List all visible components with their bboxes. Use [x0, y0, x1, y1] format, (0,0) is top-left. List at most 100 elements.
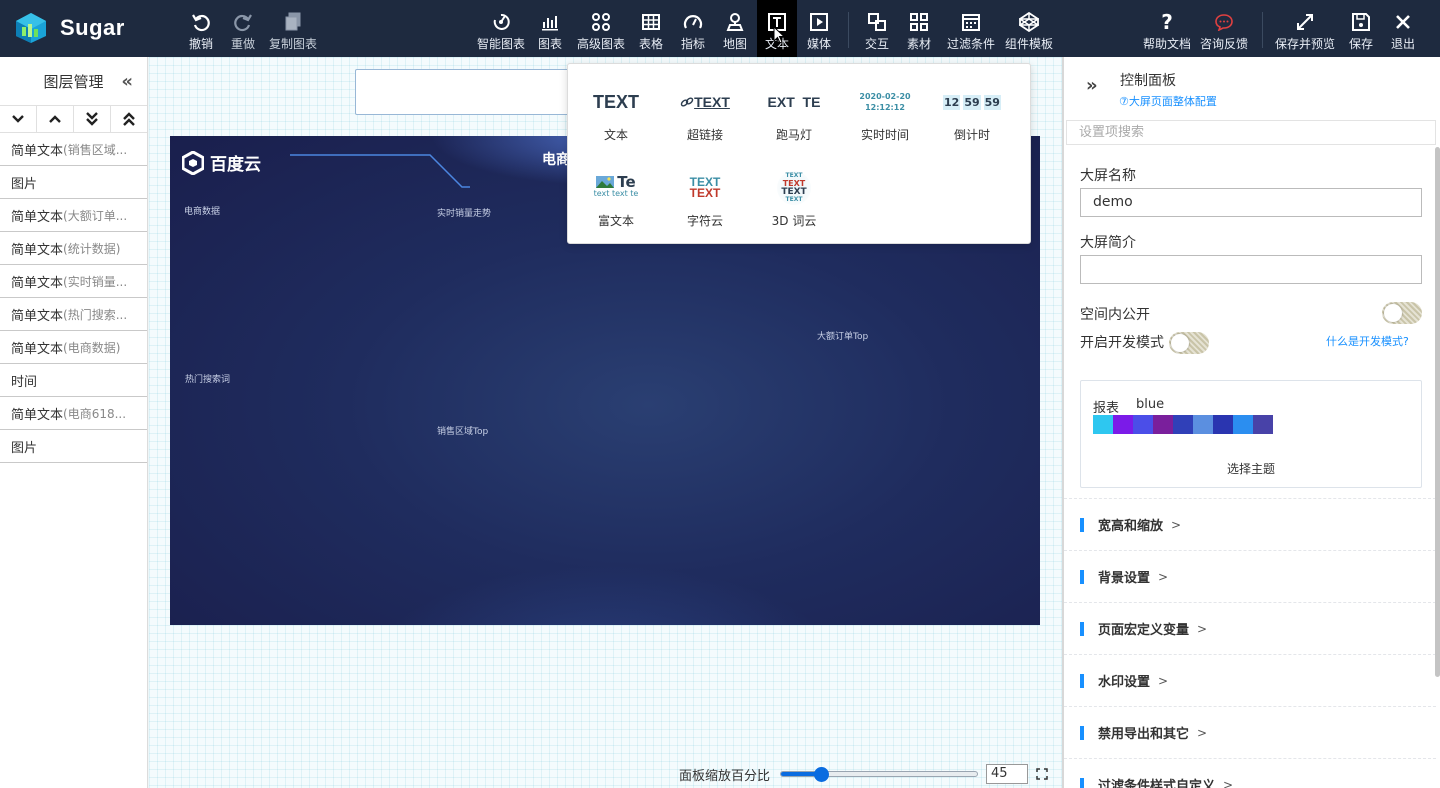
advanced-chart-button[interactable]: 高级图表	[574, 0, 628, 57]
layer-item-name: 简单文本	[11, 242, 64, 258]
copy-chart-button[interactable]: 复制图表	[266, 0, 320, 57]
ecommerce-data-label[interactable]: 电商数据	[184, 204, 220, 217]
settings-section[interactable]: 背景设置 >	[1064, 550, 1436, 602]
metric-label: 指标	[680, 37, 705, 51]
word-cloud-component-item[interactable]: TEXT TEXT 字符云	[665, 170, 745, 229]
interact-button[interactable]: 交互	[862, 0, 892, 57]
countdown-component-item[interactable]: 12 59 59 倒计时	[932, 84, 1012, 143]
settings-section[interactable]: 禁用导出和其它 >	[1064, 706, 1436, 758]
section-accent-bar	[1080, 777, 1084, 788]
text-component-item[interactable]: TEXT 文本	[576, 84, 656, 143]
countdown-seconds: 59	[983, 94, 1001, 110]
theme-selector[interactable]: 报表 blue 选择主题	[1080, 380, 1422, 488]
baidu-cloud-logo: 百度云	[182, 150, 261, 175]
feedback-label: 咨询反馈	[1199, 37, 1248, 51]
layer-item[interactable]: 图片	[0, 430, 147, 463]
exit-button[interactable]: 退出	[1388, 0, 1418, 57]
countdown-hours: 12	[943, 94, 961, 110]
collapse-left-icon[interactable]: «	[121, 71, 133, 92]
layer-item-name: 时间	[11, 374, 38, 390]
gauge-icon	[683, 12, 703, 32]
3d-word-cloud-sphere: TEXT TEXT TEXT TEXT	[777, 171, 811, 205]
layer-item-detail: (电商618...	[63, 406, 127, 421]
sales-region-label[interactable]: 销售区域Top	[437, 424, 488, 437]
layer-item[interactable]: 图片	[0, 166, 147, 199]
3d-word-cloud-component-item[interactable]: TEXT TEXT TEXT TEXT 3D 词云	[754, 170, 834, 229]
material-button[interactable]: 素材	[904, 0, 934, 57]
settings-section[interactable]: 水印设置 >	[1064, 654, 1436, 706]
dev-mode-toggle[interactable]	[1169, 332, 1209, 354]
toolbar-divider	[848, 12, 849, 48]
layer-item[interactable]: 时间	[0, 364, 147, 397]
layer-item[interactable]: 简单文本 (销售区域...	[0, 133, 147, 166]
layer-item[interactable]: 简单文本 (统计数据)	[0, 232, 147, 265]
marquee-item-label: 跑马灯	[775, 128, 812, 142]
realtime-clock-component-item[interactable]: 2020-02-20 12:12:12 实时时间	[845, 84, 925, 143]
feedback-button[interactable]: 咨询反馈	[1198, 0, 1250, 57]
settings-section[interactable]: 宽高和缩放 >	[1064, 498, 1436, 550]
sugar-logo-icon	[16, 13, 46, 43]
settings-section[interactable]: 页面宏定义变量 >	[1064, 602, 1436, 654]
layer-item[interactable]: 简单文本 (实时销量...	[0, 265, 147, 298]
chevron-right-icon: >	[1171, 517, 1182, 532]
zoom-slider-thumb[interactable]	[813, 767, 829, 782]
control-panel-scrollbar[interactable]	[1435, 147, 1440, 677]
hyperlink-component-item[interactable]: TEXT 超链接	[665, 84, 745, 143]
save-label: 保存	[1348, 37, 1373, 51]
theme-color-swatch	[1133, 415, 1153, 434]
chevron-right-icon: >	[1158, 569, 1169, 584]
clock-preview-date: 2020-02-20	[859, 92, 911, 101]
layer-item[interactable]: 简单文本 (大额订单...	[0, 199, 147, 232]
public-in-space-toggle[interactable]	[1382, 302, 1422, 324]
screen-desc-input[interactable]	[1080, 255, 1422, 284]
save-preview-button[interactable]: 保存并预览	[1273, 0, 1337, 57]
rich-text-component-item[interactable]: Te text text te 富文本	[576, 170, 656, 229]
screen-name-input[interactable]: demo	[1080, 188, 1422, 217]
dev-mode-label: 开启开发模式	[1080, 335, 1164, 351]
filter-button[interactable]: 过滤条件	[944, 0, 998, 57]
layer-item[interactable]: 简单文本 (电商数据)	[0, 331, 147, 364]
choose-theme-button[interactable]: 选择主题	[1081, 460, 1421, 477]
exit-label: 退出	[1390, 37, 1415, 51]
big-orders-label[interactable]: 大额订单Top	[817, 329, 868, 342]
expand-right-icon[interactable]: »	[1086, 75, 1098, 96]
marquee-component-item[interactable]: EXT TE 跑马灯	[754, 84, 834, 143]
app-logo[interactable]: Sugar	[14, 12, 125, 44]
redo-button[interactable]: 重做	[226, 0, 260, 57]
smart-chart-button[interactable]: 智能图表	[474, 0, 528, 57]
zoom-value-input[interactable]: 45	[986, 764, 1029, 784]
move-down-button[interactable]	[0, 106, 37, 132]
media-button[interactable]: 媒体	[804, 0, 834, 57]
dev-mode-help-link[interactable]: 什么是开发模式?	[1326, 333, 1409, 349]
settings-search-input[interactable]: 设置项搜索	[1066, 120, 1436, 145]
metric-button[interactable]: 指标	[678, 0, 708, 57]
map-button[interactable]: 地图	[720, 0, 750, 57]
chart-button[interactable]: 图表	[535, 0, 565, 57]
toolbar-divider	[1262, 12, 1263, 48]
move-up-button[interactable]	[37, 106, 74, 132]
hot-search-label[interactable]: 热门搜索词	[185, 372, 230, 385]
advanced-chart-label: 高级图表	[576, 37, 625, 51]
theme-name: blue	[1136, 397, 1165, 412]
undo-button[interactable]: 撤销	[184, 0, 218, 57]
layer-item[interactable]: 简单文本 (电商618...	[0, 397, 147, 430]
save-button[interactable]: 保存	[1346, 0, 1376, 57]
component-template-button[interactable]: 组件模板	[1002, 0, 1056, 57]
help-doc-button[interactable]: ? 帮助文档	[1141, 0, 1193, 57]
table-button[interactable]: 表格	[636, 0, 666, 57]
chevron-right-icon: >	[1223, 777, 1234, 788]
layer-item[interactable]: 简单文本 (热门搜索...	[0, 298, 147, 331]
layer-item-name: 简单文本	[11, 143, 64, 159]
realtime-sales-label[interactable]: 实时销量走势	[437, 206, 491, 219]
rich-text-item-label: 富文本	[597, 214, 634, 228]
toggle-knob	[1384, 304, 1402, 322]
control-panel-subtitle[interactable]: ⑦大屏页面整体配置	[1119, 93, 1217, 109]
section-title: 宽高和缩放	[1098, 519, 1164, 534]
move-top-button[interactable]	[111, 106, 147, 132]
chat-bubble-icon	[1214, 12, 1234, 32]
chart-label: 图表	[537, 37, 562, 51]
settings-section[interactable]: 过滤条件样式自定义 >	[1064, 758, 1436, 788]
zoom-slider[interactable]	[780, 767, 979, 782]
fullscreen-icon[interactable]	[1036, 768, 1048, 780]
move-bottom-button[interactable]	[74, 106, 111, 132]
